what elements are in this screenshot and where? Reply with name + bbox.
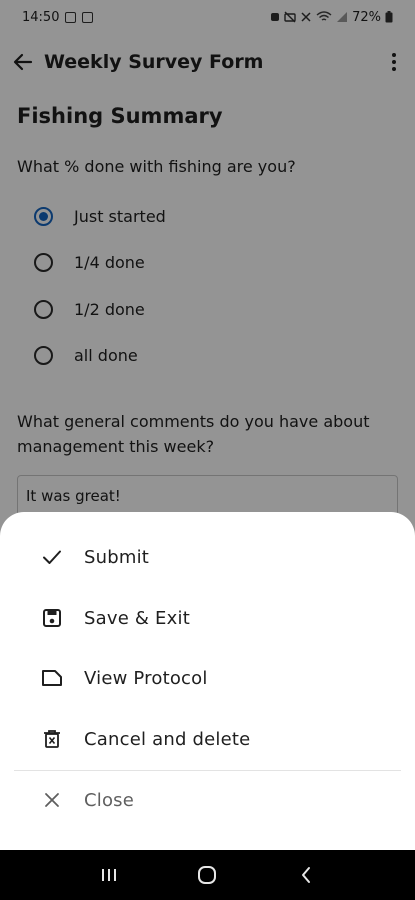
save-icon bbox=[40, 606, 64, 630]
save-exit-button[interactable]: Save & Exit bbox=[0, 590, 415, 646]
actions-bottom-sheet: Submit Save & Exit View Protocol Cancel … bbox=[0, 512, 415, 850]
cancel-delete-label: Cancel and delete bbox=[84, 728, 251, 750]
home-button[interactable] bbox=[187, 855, 227, 895]
recent-apps-icon bbox=[102, 869, 117, 881]
sheet-divider bbox=[14, 770, 401, 771]
view-protocol-label: View Protocol bbox=[84, 667, 208, 689]
close-button[interactable]: Close bbox=[0, 772, 415, 828]
back-nav-button[interactable] bbox=[286, 855, 326, 895]
close-label: Close bbox=[84, 789, 135, 811]
submit-label: Submit bbox=[84, 546, 150, 568]
delete-icon bbox=[40, 727, 64, 751]
system-nav-bar bbox=[0, 850, 415, 900]
view-protocol-button[interactable]: View Protocol bbox=[0, 650, 415, 706]
home-icon bbox=[198, 866, 217, 884]
recent-apps-button[interactable] bbox=[89, 855, 129, 895]
close-icon bbox=[40, 788, 64, 812]
submit-button[interactable]: Submit bbox=[0, 529, 415, 585]
chevron-left-icon bbox=[301, 867, 310, 883]
save-exit-label: Save & Exit bbox=[84, 607, 190, 629]
document-icon bbox=[40, 666, 64, 690]
cancel-delete-button[interactable]: Cancel and delete bbox=[0, 711, 415, 767]
check-icon bbox=[40, 545, 64, 569]
